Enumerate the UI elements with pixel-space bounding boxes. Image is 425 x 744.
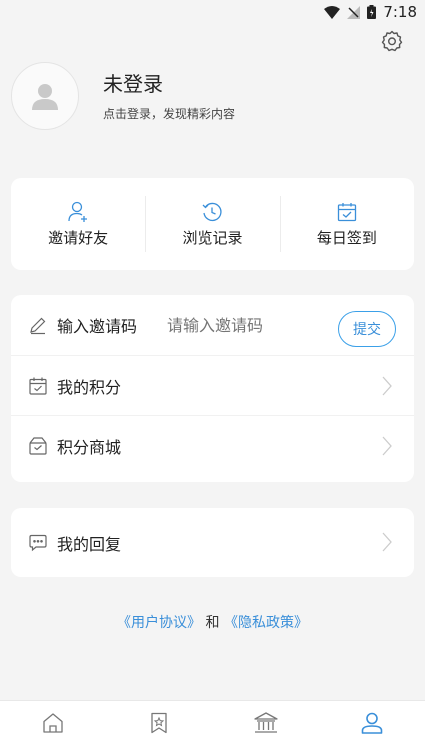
points-shop-row[interactable]: 积分商城 — [11, 415, 414, 475]
my-points-label: 我的积分 — [57, 377, 122, 397]
tab-profile[interactable] — [319, 701, 425, 744]
my-replies-row[interactable]: 我的回复 — [11, 508, 414, 577]
calendar-check-icon — [29, 377, 47, 395]
invite-code-input[interactable] — [167, 315, 318, 335]
tab-favorites[interactable] — [106, 701, 212, 744]
invite-user-icon — [68, 201, 88, 222]
bookmark-star-icon — [151, 712, 168, 733]
status-time: 7:18 — [383, 3, 417, 21]
bank-icon — [253, 711, 278, 733]
wifi-icon — [324, 5, 341, 19]
agreement-links: 《用户协议》 和 《隐私政策》 — [0, 612, 425, 632]
user-icon — [361, 712, 383, 734]
profile-header[interactable]: 未登录 点击登录，发现精彩内容 — [11, 62, 235, 130]
my-points-row[interactable]: 我的积分 — [11, 355, 414, 415]
browse-history-button[interactable]: 浏览记录 — [145, 192, 279, 256]
chevron-right-icon — [382, 532, 392, 552]
comment-icon — [29, 534, 47, 551]
profile-name: 未登录 — [103, 71, 163, 96]
bottom-tab-bar — [0, 700, 425, 744]
invite-code-label: 输入邀请码 — [57, 317, 138, 336]
chevron-right-icon — [382, 436, 392, 456]
profile-subtitle: 点击登录，发现精彩内容 — [103, 106, 236, 121]
invite-friends-label: 邀请好友 — [48, 228, 109, 247]
pencil-icon — [30, 317, 46, 335]
submit-button[interactable]: 提交 — [338, 311, 396, 347]
invite-code-row: 输入邀请码 提交 — [11, 295, 414, 355]
daily-checkin-label: 每日签到 — [316, 228, 377, 247]
home-icon — [43, 712, 63, 733]
gift-icon — [29, 436, 47, 455]
menu-card: 输入邀请码 提交 我的积分 积分商城 — [11, 295, 414, 482]
avatar[interactable] — [11, 62, 79, 130]
avatar-placeholder-icon — [32, 84, 58, 110]
browse-history-label: 浏览记录 — [182, 228, 243, 247]
agreement-and-text: 和 — [205, 615, 220, 631]
user-agreement-link[interactable]: 《用户协议》 — [117, 615, 201, 631]
privacy-policy-link[interactable]: 《隐私政策》 — [224, 615, 308, 631]
daily-checkin-button[interactable]: 每日签到 — [279, 192, 414, 256]
history-icon — [203, 202, 223, 221]
gear-icon — [381, 30, 403, 52]
chevron-right-icon — [382, 376, 392, 396]
status-bar: 7:18 — [0, 0, 425, 24]
my-replies-label: 我的回复 — [57, 534, 122, 554]
calendar-check-icon — [337, 202, 356, 221]
settings-button[interactable] — [379, 28, 405, 54]
invite-friends-button[interactable]: 邀请好友 — [11, 192, 145, 256]
battery-icon — [367, 5, 377, 19]
tab-home[interactable] — [0, 701, 106, 744]
signal-icon — [347, 5, 361, 19]
points-shop-label: 积分商城 — [57, 437, 122, 457]
quick-actions-card: 邀请好友 浏览记录 每日签到 — [11, 178, 414, 270]
reply-card: 我的回复 — [11, 508, 414, 577]
tab-bank[interactable] — [213, 701, 319, 744]
